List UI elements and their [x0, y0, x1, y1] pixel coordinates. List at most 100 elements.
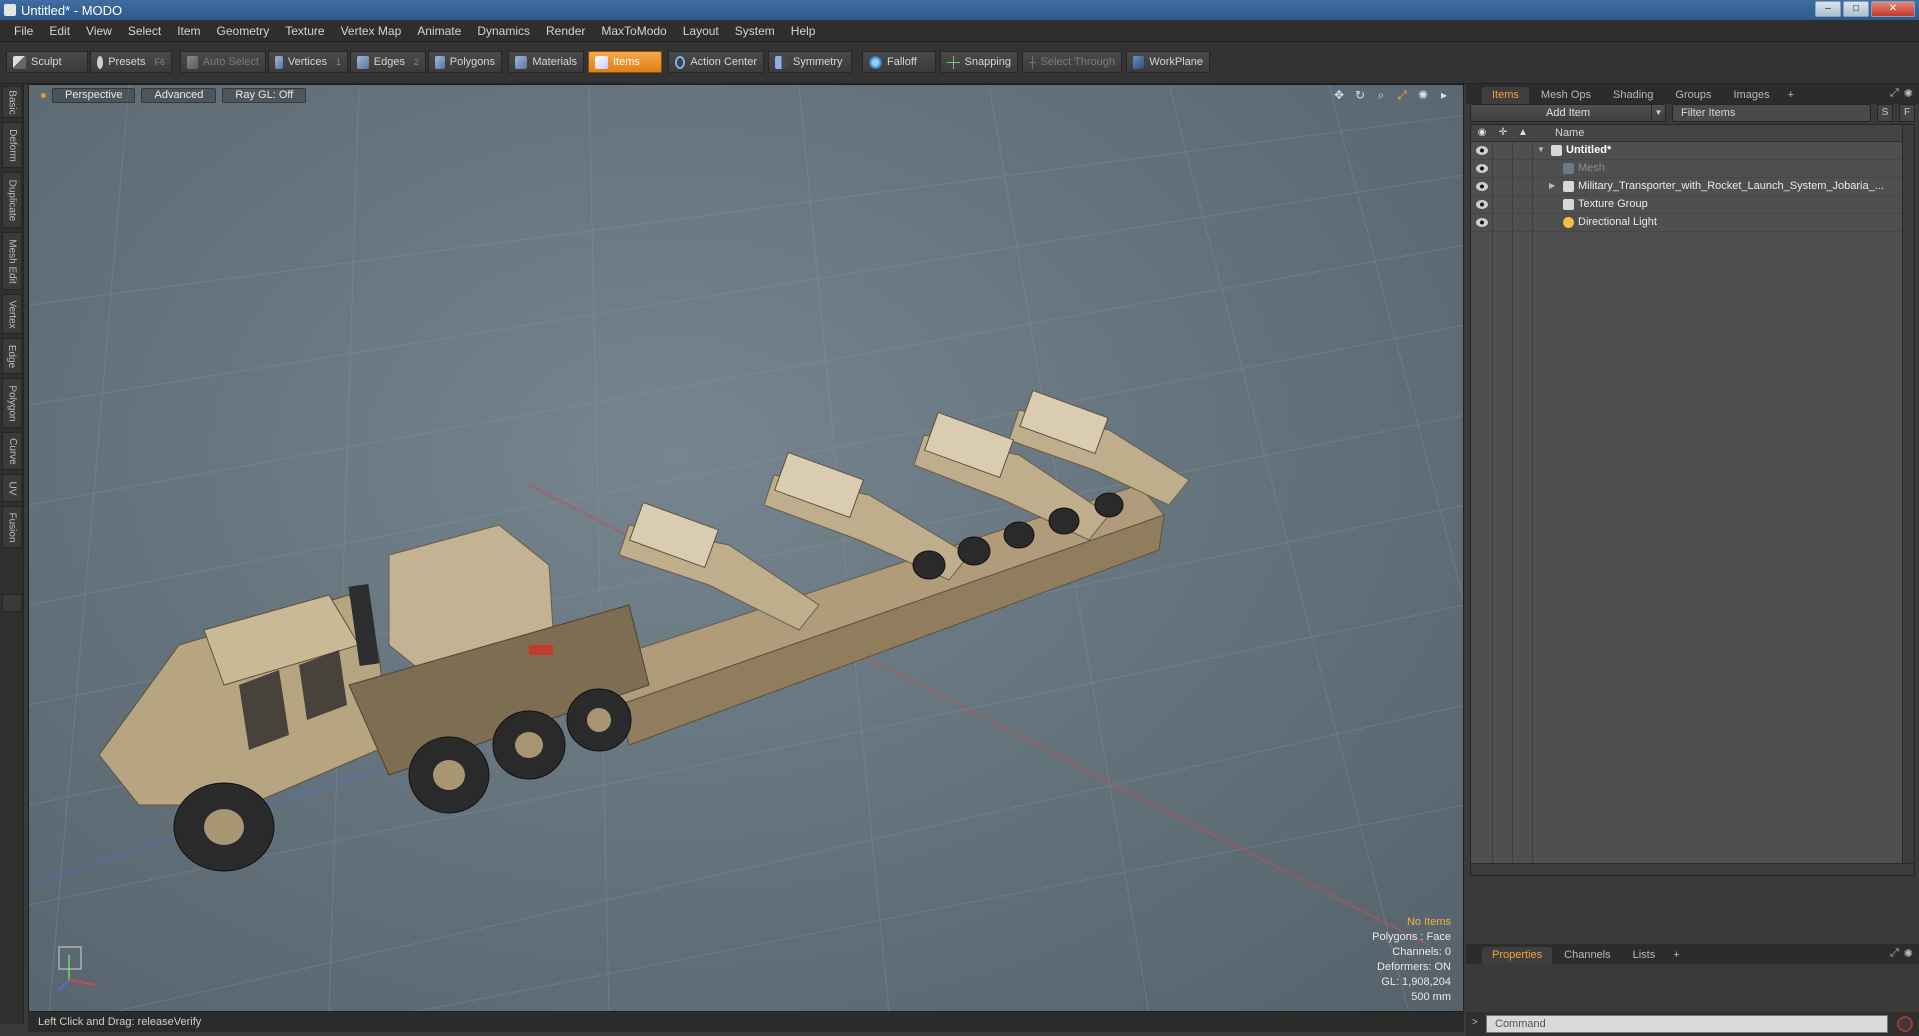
record-icon[interactable]: [1897, 1016, 1913, 1032]
viewport-settings-icon[interactable]: ✺: [1416, 88, 1430, 102]
tab-uv[interactable]: UV: [2, 474, 22, 502]
eye-icon[interactable]: [1476, 200, 1488, 209]
tab-items[interactable]: Items: [1482, 87, 1529, 104]
minimize-button[interactable]: –: [1815, 1, 1841, 17]
select-through-button[interactable]: Select Through: [1022, 51, 1122, 73]
shading-mode-button[interactable]: Advanced: [141, 87, 217, 103]
menu-select[interactable]: Select: [120, 20, 169, 42]
tab-edge[interactable]: Edge: [2, 338, 22, 374]
lock-column-icon[interactable]: ✛: [1497, 127, 1509, 139]
rotate-view-icon[interactable]: ↻: [1353, 88, 1367, 102]
eye-icon[interactable]: [1476, 146, 1488, 155]
chevron-down-icon[interactable]: ▼: [1651, 105, 1665, 121]
window-title: Untitled* - MODO: [21, 2, 123, 18]
menu-render[interactable]: Render: [538, 20, 593, 42]
tab-basic[interactable]: Basic: [2, 86, 22, 118]
name-column-header[interactable]: Name: [1555, 127, 1584, 139]
tab-mesh-ops[interactable]: Mesh Ops: [1531, 87, 1601, 104]
eye-icon[interactable]: [1476, 164, 1488, 173]
tab-groups[interactable]: Groups: [1665, 87, 1721, 104]
tab-vertex[interactable]: Vertex: [2, 294, 22, 334]
f-button[interactable]: F: [1899, 104, 1915, 122]
eye-icon[interactable]: [1476, 218, 1488, 227]
menu-help[interactable]: Help: [783, 20, 824, 42]
edges-button[interactable]: Edges 2: [350, 51, 426, 73]
expand-panel-icon[interactable]: ⤢: [1890, 947, 1899, 960]
menu-layout[interactable]: Layout: [675, 20, 727, 42]
menu-edit[interactable]: Edit: [41, 20, 78, 42]
tab-shading[interactable]: Shading: [1603, 87, 1663, 104]
vertices-shortcut: 1: [335, 57, 341, 67]
raygl-button[interactable]: Ray GL: Off: [222, 87, 307, 103]
menu-geometry[interactable]: Geometry: [209, 20, 278, 42]
menu-view[interactable]: View: [78, 20, 120, 42]
tree-vertical-scrollbar[interactable]: [1902, 125, 1914, 875]
tab-mesh-edit[interactable]: Mesh Edit: [2, 232, 22, 290]
menu-dynamics[interactable]: Dynamics: [469, 20, 538, 42]
view-mode-button[interactable]: Perspective: [52, 87, 136, 103]
menu-item[interactable]: Item: [169, 20, 208, 42]
expand-icon[interactable]: ▼: [1537, 145, 1545, 154]
maximize-button[interactable]: □: [1843, 1, 1869, 17]
menu-animate[interactable]: Animate: [409, 20, 469, 42]
tree-row-directional-light[interactable]: Directional Light: [1471, 214, 1914, 232]
materials-button[interactable]: Materials: [508, 51, 584, 73]
s-button[interactable]: S: [1877, 104, 1893, 122]
presets-button[interactable]: Presets F6: [90, 51, 172, 73]
items-button[interactable]: Items: [588, 51, 662, 73]
column-divider: [1492, 125, 1493, 875]
tab-deform[interactable]: Deform: [2, 122, 22, 168]
tab-extra[interactable]: [2, 594, 22, 612]
tab-fusion[interactable]: Fusion: [2, 506, 22, 548]
gl-info: GL: 1,908,204: [1381, 976, 1451, 988]
tree-row-untitled[interactable]: ▼ Untitled*: [1471, 142, 1914, 160]
tree-row-texture-group[interactable]: Texture Group: [1471, 196, 1914, 214]
panel-settings-icon[interactable]: ✺: [1904, 87, 1913, 100]
expand-panel-icon[interactable]: ⤢: [1890, 87, 1899, 100]
action-center-button[interactable]: Action Center: [668, 51, 764, 73]
sculpt-button[interactable]: Sculpt: [6, 51, 88, 73]
tab-lists[interactable]: Lists: [1623, 947, 1666, 964]
close-button[interactable]: ✕: [1871, 1, 1915, 17]
tab-curve[interactable]: Curve: [2, 432, 22, 470]
command-history-icon[interactable]: >: [1472, 1017, 1478, 1028]
expand-icon[interactable]: ▶: [1549, 181, 1555, 190]
menu-file[interactable]: File: [6, 20, 41, 42]
move-view-icon[interactable]: ✥: [1332, 88, 1346, 102]
tab-images[interactable]: Images: [1724, 87, 1780, 104]
add-tab-icon[interactable]: +: [1782, 87, 1800, 104]
tab-properties[interactable]: Properties: [1482, 947, 1553, 964]
add-tab-icon[interactable]: +: [1667, 947, 1685, 964]
zoom-view-icon[interactable]: ⌕: [1374, 88, 1388, 102]
tree-row-mesh[interactable]: Mesh: [1471, 160, 1914, 178]
tab-channels[interactable]: Channels: [1554, 947, 1620, 964]
tree-horizontal-scrollbar[interactable]: [1471, 863, 1914, 875]
viewport-tools: ✥ ↻ ⌕ ⤢ ✺ ▸: [1332, 88, 1451, 102]
3d-viewport[interactable]: Perspective Advanced Ray GL: Off ✥ ↻ ⌕ ⤢…: [28, 84, 1464, 1012]
polygons-button[interactable]: Polygons: [428, 51, 502, 73]
tab-polygon[interactable]: Polygon: [2, 378, 22, 428]
tab-duplicate[interactable]: Duplicate: [2, 172, 22, 228]
filter-items-input[interactable]: Filter Items: [1672, 104, 1871, 122]
menu-vertex-map[interactable]: Vertex Map: [333, 20, 410, 42]
menu-system[interactable]: System: [727, 20, 783, 42]
items-toolbar: Add Item ▼ Filter Items S F: [1470, 104, 1915, 122]
falloff-button[interactable]: Falloff: [862, 51, 936, 73]
command-input[interactable]: Command: [1486, 1015, 1888, 1033]
fit-view-icon[interactable]: ⤢: [1395, 88, 1409, 102]
snapping-button[interactable]: Snapping: [940, 51, 1018, 73]
menu-texture[interactable]: Texture: [277, 20, 332, 42]
menu-maxtomodo[interactable]: MaxToModo: [593, 20, 674, 42]
render-column-icon[interactable]: ▲: [1517, 127, 1529, 139]
viewport-menu-icon[interactable]: ▸: [1437, 88, 1451, 102]
visibility-column-icon[interactable]: ◉: [1476, 127, 1488, 139]
symmetry-button[interactable]: Symmetry: [768, 51, 852, 73]
workplane-button[interactable]: WorkPlane: [1126, 51, 1210, 73]
eye-icon[interactable]: [1476, 182, 1488, 191]
column-divider: [1532, 125, 1533, 875]
add-item-button[interactable]: Add Item ▼: [1470, 104, 1666, 122]
panel-settings-icon[interactable]: ✺: [1904, 947, 1913, 960]
tree-row-military-transporter[interactable]: ▶ Military_Transporter_with_Rocket_Launc…: [1471, 178, 1914, 196]
auto-select-button[interactable]: Auto Select: [180, 51, 266, 73]
vertices-button[interactable]: Vertices 1: [268, 51, 348, 73]
